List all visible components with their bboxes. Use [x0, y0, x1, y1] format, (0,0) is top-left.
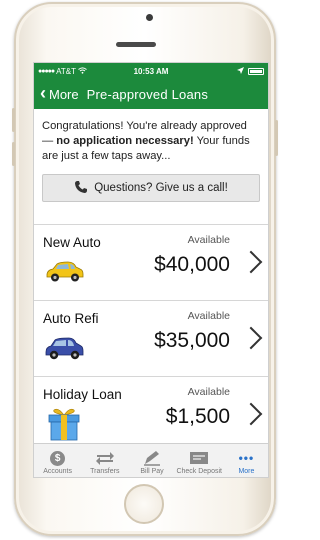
more-dots-icon: ••• — [238, 451, 255, 465]
status-left: ●●●●● AT&T — [38, 67, 118, 76]
tab-label: Transfers — [90, 468, 120, 475]
chevron-right-icon — [239, 250, 263, 274]
front-camera — [146, 14, 153, 21]
battery-icon — [248, 67, 264, 75]
tab-label: Accounts — [43, 468, 72, 475]
tab-transfers[interactable]: Transfers — [81, 444, 128, 477]
location-arrow-icon — [237, 66, 244, 76]
phone-icon — [74, 180, 88, 197]
chevron-left-icon: ‹ — [40, 83, 46, 103]
available-label: Available — [187, 386, 230, 398]
signal-strength-icon: ●●●●● — [38, 67, 55, 75]
tab-accounts[interactable]: $ Accounts — [34, 444, 81, 477]
tab-label: Bill Pay — [140, 468, 164, 475]
chevron-right-icon — [239, 326, 263, 350]
earpiece-speaker — [116, 42, 156, 47]
loan-offer-new-auto[interactable]: New Auto Available $40,000 — [34, 225, 268, 301]
tab-bill-pay[interactable]: Bill Pay — [128, 444, 175, 477]
wifi-icon — [78, 66, 87, 76]
call-button-label: Questions? Give us a call! — [94, 181, 228, 194]
navigation-bar: ‹ More Pre-approved Loans — [34, 79, 268, 109]
bottom-tab-bar: $ Accounts Transfers Bill Pay Check Depo… — [34, 443, 268, 477]
tab-label: Check Deposit — [176, 468, 222, 475]
tab-check-deposit[interactable]: Check Deposit — [176, 444, 223, 477]
available-label: Available — [187, 310, 230, 322]
loan-amount: $35,000 — [154, 329, 230, 352]
loan-name: Holiday Loan — [43, 387, 122, 402]
side-button — [12, 142, 15, 166]
chevron-right-icon — [239, 402, 263, 426]
dollar-coin-icon: $ — [50, 449, 66, 467]
loan-offer-auto-refi[interactable]: Auto Refi Available $35,000 — [34, 301, 268, 377]
transfer-arrows-icon — [95, 449, 114, 467]
available-label: Available — [187, 234, 230, 246]
tab-more[interactable]: ••• More — [223, 444, 268, 477]
bill-pay-icon — [143, 449, 161, 467]
intro-text-bold: no application necessary! — [56, 135, 194, 147]
app-screen: ●●●●● AT&T 10:53 AM ‹ More Pre-approved … — [33, 62, 269, 478]
call-us-button[interactable]: Questions? Give us a call! — [42, 174, 260, 202]
back-button[interactable]: ‹ More — [40, 83, 79, 103]
loan-name: New Auto — [43, 235, 101, 250]
status-bar: ●●●●● AT&T 10:53 AM — [34, 63, 268, 79]
status-time: 10:53 AM — [133, 66, 169, 76]
side-button — [12, 108, 15, 132]
status-right — [184, 66, 264, 76]
intro-message: Congratulations! You're already approved… — [42, 119, 260, 164]
intro-section: Congratulations! You're already approved… — [34, 109, 268, 225]
loan-offer-holiday-loan[interactable]: Holiday Loan Available $1,500 — [34, 377, 268, 453]
back-label: More — [49, 86, 79, 102]
home-button[interactable] — [124, 484, 164, 524]
tab-label: More — [238, 468, 255, 475]
gift-box-icon — [46, 407, 82, 446]
carrier-label: AT&T — [56, 66, 76, 76]
side-button — [275, 120, 278, 156]
loan-amount: $40,000 — [154, 253, 230, 276]
yellow-car-icon — [44, 261, 84, 288]
loan-name: Auto Refi — [43, 311, 99, 326]
check-deposit-icon — [189, 449, 209, 467]
loan-amount: $1,500 — [165, 405, 230, 428]
blue-car-icon — [44, 337, 84, 366]
page-title: Pre-approved Loans — [86, 86, 209, 102]
